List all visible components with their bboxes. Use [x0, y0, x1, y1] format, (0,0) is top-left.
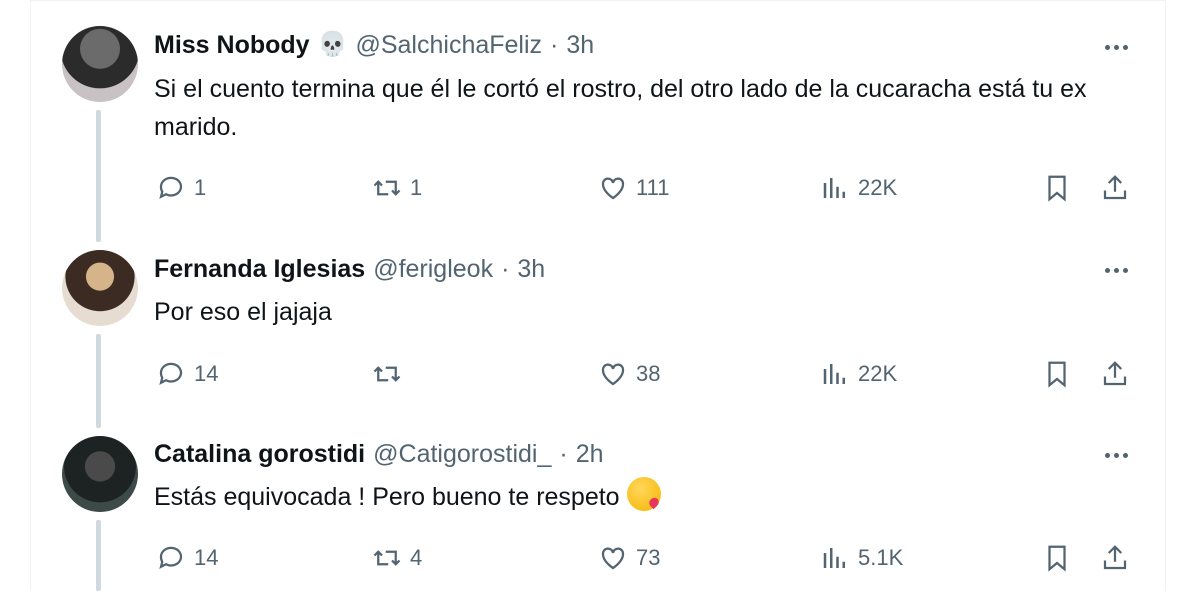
like-button[interactable]: 38: [598, 354, 660, 394]
author-emoji: 💀: [317, 31, 348, 58]
views-icon: [823, 364, 845, 384]
timestamp[interactable]: 3h: [566, 30, 594, 60]
views-count: 22K: [858, 361, 898, 386]
reply-icon: [159, 362, 183, 385]
like-icon: [601, 547, 625, 570]
share-icon: [1103, 545, 1127, 570]
avatar[interactable]: [62, 436, 138, 512]
like-count: 38: [636, 361, 661, 386]
like-button[interactable]: 73: [598, 538, 660, 578]
face-blowing-kiss-icon: [626, 477, 661, 512]
retweet-button[interactable]: 1: [372, 168, 422, 208]
retweet-button[interactable]: 4: [372, 538, 422, 578]
reply-icon: [159, 176, 183, 199]
share-button[interactable]: [1100, 168, 1130, 208]
retweet-count: 4: [410, 545, 423, 570]
tweet-text: Si el cuento termina que él le cortó el …: [154, 75, 1087, 141]
tweet-header: Miss Nobody 💀 @SalchichaFeliz · 3h: [154, 30, 594, 60]
share-icon: [1103, 361, 1127, 386]
timestamp[interactable]: 3h: [517, 254, 545, 284]
share-icon: [1103, 175, 1127, 200]
reply-icon: [159, 546, 183, 569]
bookmark-icon: [1048, 545, 1066, 572]
like-button[interactable]: 111: [598, 168, 669, 208]
bookmark-icon: [1048, 175, 1066, 202]
action-bar: 1 1 111 22K: [0, 168, 1200, 208]
timestamp[interactable]: 2h: [576, 439, 604, 469]
reply-button[interactable]: 14: [156, 354, 218, 394]
views-button[interactable]: 5.1K: [820, 538, 903, 578]
author-handle[interactable]: @ferigleok: [373, 254, 493, 284]
bookmark-button[interactable]: [1042, 168, 1072, 208]
like-icon: [601, 363, 625, 386]
reply-count: 1: [194, 175, 207, 200]
more-icon[interactable]: [1100, 37, 1132, 57]
retweet-button[interactable]: [372, 354, 410, 394]
bookmark-button[interactable]: [1042, 354, 1072, 394]
retweet-icon: [373, 550, 401, 566]
reply-count: 14: [194, 545, 219, 570]
retweet-icon: [373, 180, 401, 196]
retweet-count: 1: [410, 175, 423, 200]
tweet-header: Catalina gorostidi @Catigorostidi_ · 2h: [154, 439, 604, 469]
like-icon: [601, 177, 625, 200]
tweet-text: Estás equivocada ! Pero bueno te respeto: [154, 477, 1134, 516]
bookmark-button[interactable]: [1042, 538, 1072, 578]
views-button[interactable]: 22K: [820, 168, 897, 208]
reply-button[interactable]: 1: [156, 168, 206, 208]
views-icon: [823, 178, 845, 198]
bookmark-icon: [1048, 361, 1066, 388]
avatar[interactable]: [62, 250, 138, 326]
author-handle[interactable]: @SalchichaFeliz: [355, 30, 542, 60]
tweet-header: Fernanda Iglesias @ferigleok · 3h: [154, 254, 545, 284]
separator: ·: [559, 440, 568, 468]
author-name[interactable]: Miss Nobody: [154, 30, 310, 60]
reply-count: 14: [194, 361, 219, 386]
like-count: 111: [636, 175, 670, 200]
action-bar: 14 4 73 5.1K: [0, 538, 1200, 578]
separator: ·: [550, 31, 559, 59]
like-count: 73: [636, 545, 661, 570]
author-name[interactable]: Catalina gorostidi: [154, 439, 365, 469]
more-icon[interactable]: [1100, 445, 1132, 465]
tweet-text-content: Estás equivocada ! Pero bueno te respeto: [154, 483, 620, 511]
separator: ·: [501, 255, 510, 283]
action-bar: 14 38 22K: [0, 354, 1200, 394]
author-name[interactable]: Fernanda Iglesias: [154, 254, 365, 284]
more-icon[interactable]: [1100, 260, 1132, 280]
views-count: 22K: [858, 175, 898, 200]
views-icon: [823, 548, 845, 568]
views-button[interactable]: 22K: [820, 354, 897, 394]
share-button[interactable]: [1100, 538, 1130, 578]
retweet-icon: [373, 366, 401, 382]
tweet-text: Por eso el jajaja: [154, 298, 332, 326]
share-button[interactable]: [1100, 354, 1130, 394]
reply-button[interactable]: 14: [156, 538, 218, 578]
author-handle[interactable]: @Catigorostidi_: [373, 439, 551, 469]
views-count: 5.1K: [858, 545, 904, 570]
avatar[interactable]: [62, 26, 138, 102]
